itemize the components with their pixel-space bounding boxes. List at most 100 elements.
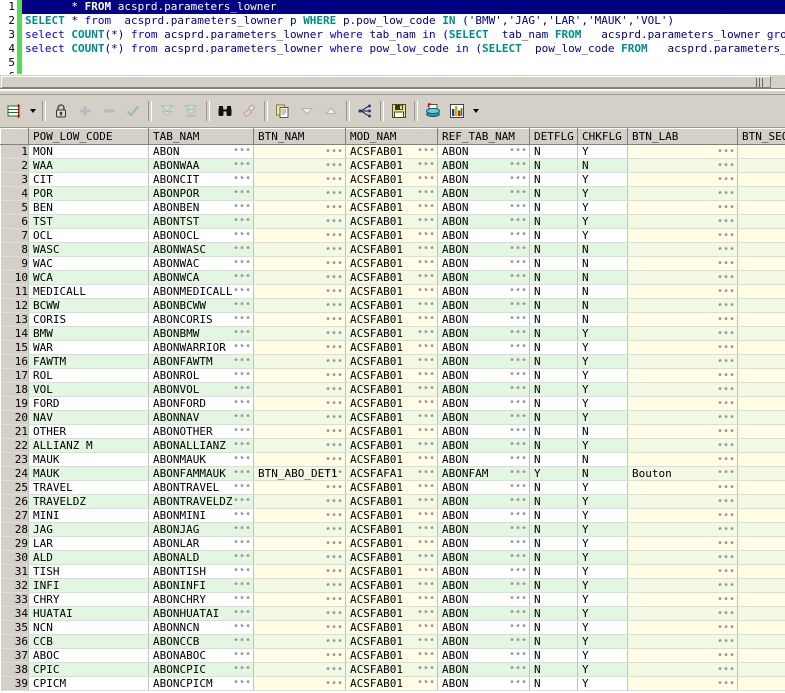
cell-detflg[interactable]: N [529, 144, 578, 159]
cell-btn_seq[interactable] [737, 410, 785, 425]
row-number[interactable]: 25 [0, 480, 29, 495]
table-row[interactable]: 30 ALD ••• ABONALD ••• ••• ACSFAB01 ••• ABON N Y ••… [0, 550, 785, 565]
cell-pow_low_code[interactable]: OTHER [28, 424, 149, 439]
cell-expand-icon[interactable]: ••• [717, 202, 737, 213]
cell-detflg[interactable]: N [529, 550, 578, 565]
row-number[interactable]: 4 [0, 186, 29, 201]
cell-expand-icon[interactable]: ••• [509, 551, 529, 562]
table-row[interactable]: 32 INFI ••• ABONINFI ••• ••• ACSFAB01 ••• ABON N Y… [0, 578, 785, 593]
cell-detflg[interactable]: N [529, 648, 578, 663]
cell-mod_nam[interactable]: ••• ACSFAB01 [345, 242, 438, 257]
cell-expand-icon[interactable]: ••• [233, 677, 253, 688]
cell-btn_seq[interactable] [737, 354, 785, 369]
cell-expand-icon[interactable]: ••• [717, 384, 737, 395]
cell-pow_low_code[interactable]: WAC [28, 256, 149, 271]
cell-detflg[interactable]: N [529, 368, 578, 383]
cell-btn_lab[interactable]: ••• [627, 634, 738, 649]
cell-expand-icon[interactable]: ••• [509, 201, 529, 212]
cell-btn_seq[interactable] [737, 144, 785, 159]
cell-expand-icon[interactable]: ••• [233, 509, 253, 520]
column-header-btn_nam[interactable]: BTN_NAM [253, 128, 346, 145]
cell-expand-icon[interactable]: ••• [325, 244, 345, 255]
cell-ref_tab_nam[interactable]: ••• ABON [437, 270, 530, 285]
cell-chkflg[interactable]: Y [577, 340, 628, 355]
cell-btn_lab[interactable]: ••• [627, 396, 738, 411]
cell-mod_nam[interactable]: ••• ACSFAB01 [345, 564, 438, 579]
cell-tab_nam[interactable]: ••• ABONFAMMAUK [148, 466, 254, 481]
cell-chkflg[interactable]: Y [577, 662, 628, 677]
cell-tab_nam[interactable]: ••• ABONOTHER [148, 424, 254, 439]
cell-pow_low_code[interactable]: HUATAI [28, 606, 149, 621]
cell-expand-icon[interactable]: ••• [509, 229, 529, 240]
cell-btn_nam[interactable]: ••• [253, 228, 346, 243]
row-number[interactable]: 14 [0, 326, 29, 341]
cell-detflg[interactable]: N [529, 186, 578, 201]
chart-dropdown[interactable] [469, 99, 482, 123]
cell-mod_nam[interactable]: ••• ACSFAB01 [345, 228, 438, 243]
cell-expand-icon[interactable]: ••• [717, 650, 737, 661]
cell-pow_low_code[interactable]: BCWW [28, 298, 149, 313]
cell-pow_low_code[interactable]: CIT [28, 172, 149, 187]
cell-btn_seq[interactable] [737, 634, 785, 649]
grid-mode-dropdown[interactable] [26, 99, 39, 123]
cell-mod_nam[interactable]: ••• ACSFAB01 [345, 172, 438, 187]
cell-btn_nam[interactable]: ••• [253, 298, 346, 313]
cell-mod_nam[interactable]: ••• ACSFAB01 [345, 186, 438, 201]
cell-expand-icon[interactable]: ••• [717, 286, 737, 297]
cell-btn_lab[interactable]: ••• [627, 676, 738, 691]
row-number[interactable]: 8 [0, 242, 29, 257]
cell-tab_nam[interactable]: ••• ABONWAC [148, 256, 254, 271]
table-row[interactable]: 28 JAG ••• ABONJAG ••• ••• ACSFAB01 ••• ABON N Y ••… [0, 522, 785, 537]
row-number[interactable]: 23 [0, 452, 29, 467]
cell-btn_lab[interactable]: ••• [627, 186, 738, 201]
sql-editor[interactable]: 1 select * FROM acsprd.parameters_lowner 2… [0, 0, 785, 78]
cell-chkflg[interactable]: Y [577, 606, 628, 621]
cell-btn_lab[interactable]: ••• [627, 424, 738, 439]
cell-pow_low_code[interactable]: MON [28, 144, 149, 159]
cell-expand-icon[interactable]: ••• [509, 355, 529, 366]
cell-tab_nam[interactable]: ••• ABONABOC [148, 648, 254, 663]
cell-ref_tab_nam[interactable]: ••• ABON [437, 368, 530, 383]
cell-pow_low_code[interactable]: TST [28, 214, 149, 229]
row-number[interactable]: 28 [0, 522, 29, 537]
cell-ref_tab_nam[interactable]: ••• ABON [437, 522, 530, 537]
delete-row-button[interactable] [97, 99, 121, 123]
row-number[interactable]: 31 [0, 564, 29, 579]
cell-btn_seq[interactable] [737, 592, 785, 607]
cell-expand-icon[interactable]: ••• [325, 496, 345, 507]
row-number[interactable]: 17 [0, 368, 29, 383]
cell-ref_tab_nam[interactable]: ••• ABON [437, 438, 530, 453]
cell-pow_low_code[interactable]: WASC [28, 242, 149, 257]
cell-btn_nam[interactable]: ••• [253, 396, 346, 411]
cell-detflg[interactable]: N [529, 522, 578, 537]
row-number[interactable]: 10 [0, 270, 29, 285]
cell-expand-icon[interactable]: ••• [509, 565, 529, 576]
cell-expand-icon[interactable]: ••• [417, 327, 437, 338]
cell-expand-icon[interactable]: ••• [233, 215, 253, 226]
cell-btn_seq[interactable] [737, 438, 785, 453]
cell-detflg[interactable]: N [529, 494, 578, 509]
cell-ref_tab_nam[interactable]: ••• ABON [437, 200, 530, 215]
cell-ref_tab_nam[interactable]: ••• ABON [437, 298, 530, 313]
cell-ref_tab_nam[interactable]: ••• ABON [437, 564, 530, 579]
cell-mod_nam[interactable]: ••• ACSFAB01 [345, 578, 438, 593]
cell-btn_seq[interactable] [737, 396, 785, 411]
copy-button[interactable] [271, 99, 295, 123]
cell-btn_nam[interactable]: ••• [253, 256, 346, 271]
cell-detflg[interactable]: N [529, 214, 578, 229]
cell-pow_low_code[interactable]: LAR [28, 536, 149, 551]
cell-expand-icon[interactable]: ••• [717, 580, 737, 591]
cell-expand-icon[interactable]: ••• [233, 271, 253, 282]
cell-expand-icon[interactable]: ••• [233, 579, 253, 590]
cell-tab_nam[interactable]: ••• ABONCORIS [148, 312, 254, 327]
cell-detflg[interactable]: N [529, 480, 578, 495]
cell-tab_nam[interactable]: ••• ABONVOL [148, 382, 254, 397]
cell-tab_nam[interactable]: ••• ABONTRAVELDZ [148, 494, 254, 509]
cell-expand-icon[interactable]: ••• [417, 215, 437, 226]
cell-pow_low_code[interactable]: MINI [28, 508, 149, 523]
cell-detflg[interactable]: N [529, 620, 578, 635]
cell-expand-icon[interactable]: ••• [417, 551, 437, 562]
row-number[interactable]: 22 [0, 438, 29, 453]
cell-expand-icon[interactable]: ••• [233, 495, 253, 506]
cell-btn_nam[interactable]: ••• [253, 508, 346, 523]
